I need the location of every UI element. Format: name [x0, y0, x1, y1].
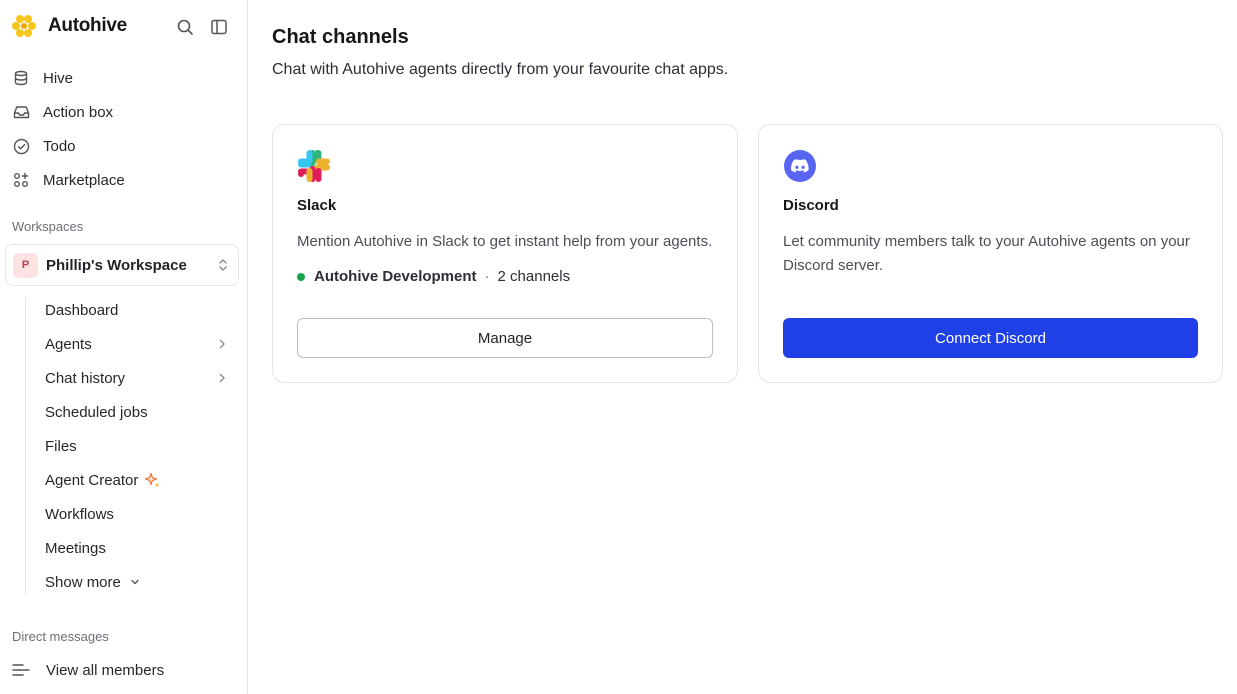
nav-label-hive: Hive: [43, 69, 74, 87]
view-all-members-label: View all members: [46, 661, 165, 679]
slack-card-title: Slack: [297, 197, 337, 214]
view-all-members-link[interactable]: View all members: [12, 656, 164, 684]
workspace-item-label: Dashboard: [45, 301, 119, 319]
workspace-item-scheduled-jobs[interactable]: Scheduled jobs: [45, 399, 148, 425]
discord-logo-icon: [784, 150, 816, 182]
inbox-icon: [12, 103, 30, 121]
workspace-item-chat-history[interactable]: Chat history: [45, 365, 125, 391]
workspace-avatar: P: [13, 252, 38, 278]
autohive-logo-icon: [12, 15, 36, 37]
chevron-down-icon: [130, 578, 140, 586]
apps-icon: [12, 171, 30, 189]
slack-card-description: Mention Autohive in Slack to get instant…: [297, 233, 713, 250]
chevron-right-icon[interactable]: [215, 371, 229, 385]
nav-item-todo[interactable]: Todo: [12, 132, 76, 160]
workspace-item-label: Agents: [45, 335, 92, 353]
workspace-item-label: Scheduled jobs: [45, 403, 148, 421]
direct-messages-label: Direct messages: [12, 629, 109, 644]
nav-label-marketplace: Marketplace: [43, 171, 125, 189]
page-subtitle: Chat with Autohive agents directly from …: [272, 61, 729, 78]
sidebar: Autohive Hive Action box Todo Marketplac…: [0, 0, 248, 694]
page-title: Chat channels: [272, 26, 409, 48]
workspace-item-agent-creator[interactable]: Agent Creator: [45, 467, 161, 493]
workspace-item-agents[interactable]: Agents: [45, 331, 92, 357]
discord-card-description: Let community members talk to your Autoh…: [783, 233, 1190, 274]
database-icon: [12, 69, 30, 87]
workspace-item-files[interactable]: Files: [45, 433, 77, 459]
sparkle-icon: [144, 472, 161, 489]
workspace-item-label: Files: [45, 437, 77, 455]
slack-connection-status: Autohive Development · 2 channels: [297, 268, 570, 285]
chevron-right-icon[interactable]: [215, 337, 229, 351]
manage-button[interactable]: Manage: [297, 318, 713, 358]
workspace-item-workflows[interactable]: Workflows: [45, 501, 114, 527]
nav-label-todo: Todo: [43, 137, 76, 155]
nav-label-action-box: Action box: [43, 103, 114, 121]
slack-logo-icon: [298, 150, 330, 182]
sidebar-toggle-icon[interactable]: [209, 17, 229, 37]
status-dot: [297, 272, 305, 281]
slack-channel-count: 2 channels: [497, 268, 571, 285]
nav-item-marketplace[interactable]: Marketplace: [12, 166, 125, 194]
chevrons-up-down-icon: [218, 258, 228, 272]
workspace-item-dashboard[interactable]: Dashboard: [45, 297, 118, 323]
check-circle-icon: [12, 137, 30, 155]
nav-item-hive[interactable]: Hive: [12, 64, 73, 92]
list-icon: [12, 661, 30, 679]
workspace-selector[interactable]: P Phillip's Workspace: [5, 244, 239, 286]
brand-name: Autohive: [48, 15, 127, 36]
discord-card: Discord Let community members talk to yo…: [758, 124, 1223, 383]
workspace-item-label: Chat history: [45, 369, 126, 387]
show-more-label: Show more: [45, 573, 121, 591]
workspace-name: Phillip's Workspace: [46, 256, 187, 274]
workspace-item-label: Meetings: [45, 539, 106, 557]
workspace-item-meetings[interactable]: Meetings: [45, 535, 106, 561]
workspace-item-label: Workflows: [45, 505, 114, 523]
connect-discord-button[interactable]: Connect Discord: [783, 318, 1198, 358]
slack-card: Slack Mention Autohive in Slack to get i…: [272, 124, 738, 383]
workspaces-label: Workspaces: [12, 219, 84, 234]
status-separator: ·: [484, 268, 490, 285]
nav-item-action-box[interactable]: Action box: [12, 98, 113, 126]
slack-workspace-name: Autohive Development: [314, 268, 477, 285]
discord-card-title: Discord: [783, 197, 839, 214]
tree-line: [25, 297, 26, 594]
show-more-button[interactable]: Show more: [45, 569, 140, 595]
workspace-item-label: Agent Creator: [45, 471, 139, 489]
brand[interactable]: Autohive: [12, 12, 127, 40]
search-icon[interactable]: [175, 17, 195, 37]
